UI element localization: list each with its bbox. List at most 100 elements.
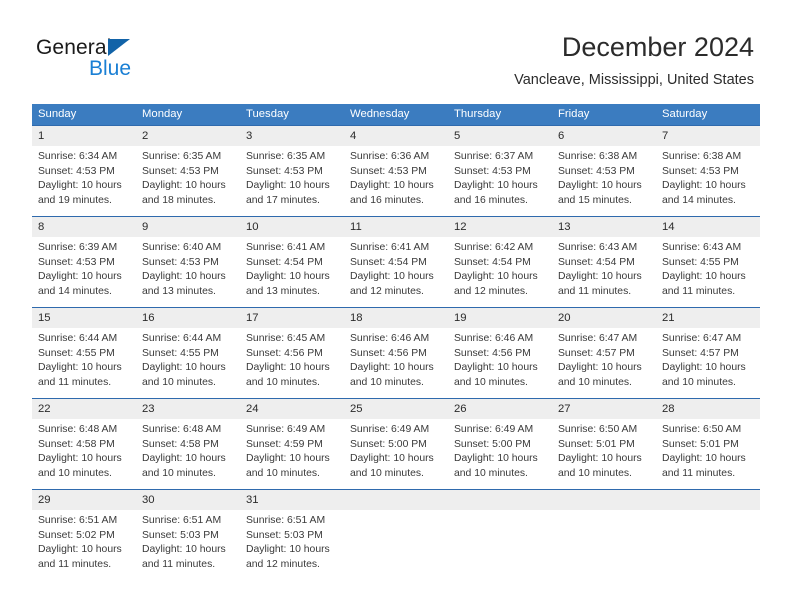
day-cell[interactable]: 11 Sunrise: 6:41 AM Sunset: 4:54 PM Dayl…	[344, 217, 448, 307]
day-cell[interactable]: 5 Sunrise: 6:37 AM Sunset: 4:53 PM Dayli…	[448, 126, 552, 216]
day-cell[interactable]: 28 Sunrise: 6:50 AM Sunset: 5:01 PM Dayl…	[656, 399, 760, 489]
sunset-text: Sunset: 4:53 PM	[454, 165, 531, 177]
daylight-text-line1: Daylight: 10 hours	[454, 362, 538, 374]
day-details	[344, 510, 448, 580]
day-cell[interactable]: 30 Sunrise: 6:51 AM Sunset: 5:03 PM Dayl…	[136, 490, 240, 580]
day-number-band: 30	[136, 490, 240, 510]
day-cell[interactable]: 8 Sunrise: 6:39 AM Sunset: 4:53 PM Dayli…	[32, 217, 136, 307]
sunrise-text: Sunrise: 6:51 AM	[38, 515, 118, 526]
weekday-header-wednesday: Wednesday	[350, 108, 410, 120]
sunrise-text: Sunrise: 6:45 AM	[246, 333, 326, 344]
daylight-text-line1: Daylight: 10 hours	[558, 180, 642, 192]
sunrise-text: Sunrise: 6:43 AM	[662, 242, 742, 253]
daylight-text-line2: and 11 minutes.	[558, 285, 632, 297]
daylight-text-line1: Daylight: 10 hours	[142, 362, 226, 374]
day-cell[interactable]: 21 Sunrise: 6:47 AM Sunset: 4:57 PM Dayl…	[656, 308, 760, 398]
sunset-text: Sunset: 5:00 PM	[350, 438, 427, 450]
sunset-text: Sunset: 4:53 PM	[246, 165, 323, 177]
day-cell[interactable]: 17 Sunrise: 6:45 AM Sunset: 4:56 PM Dayl…	[240, 308, 344, 398]
daylight-text-line2: and 10 minutes.	[558, 467, 632, 479]
daylight-text-line2: and 10 minutes.	[558, 376, 632, 388]
daylight-text-line2: and 10 minutes.	[38, 467, 112, 479]
sunset-text: Sunset: 5:03 PM	[142, 529, 219, 541]
day-cell-empty	[552, 490, 656, 580]
daylight-text-line2: and 16 minutes.	[454, 194, 528, 206]
daylight-text-line1: Daylight: 10 hours	[142, 180, 226, 192]
day-number: 23	[142, 403, 155, 415]
day-cell[interactable]: 20 Sunrise: 6:47 AM Sunset: 4:57 PM Dayl…	[552, 308, 656, 398]
daylight-text-line2: and 11 minutes.	[142, 558, 216, 570]
sunset-text: Sunset: 4:58 PM	[142, 438, 219, 450]
day-number-band: 15	[32, 308, 136, 328]
day-cell[interactable]: 22 Sunrise: 6:48 AM Sunset: 4:58 PM Dayl…	[32, 399, 136, 489]
weekday-header-monday: Monday	[142, 108, 183, 120]
day-number: 18	[350, 312, 363, 324]
day-cell[interactable]: 2 Sunrise: 6:35 AM Sunset: 4:53 PM Dayli…	[136, 126, 240, 216]
day-cell[interactable]: 9 Sunrise: 6:40 AM Sunset: 4:53 PM Dayli…	[136, 217, 240, 307]
day-cell[interactable]: 7 Sunrise: 6:38 AM Sunset: 4:53 PM Dayli…	[656, 126, 760, 216]
day-cell[interactable]: 15 Sunrise: 6:44 AM Sunset: 4:55 PM Dayl…	[32, 308, 136, 398]
sunset-text: Sunset: 4:54 PM	[454, 256, 531, 268]
day-cell[interactable]: 1 Sunrise: 6:34 AM Sunset: 4:53 PM Dayli…	[32, 126, 136, 216]
sunset-text: Sunset: 4:57 PM	[558, 347, 635, 359]
daylight-text-line1: Daylight: 10 hours	[350, 180, 434, 192]
day-number-band: 23	[136, 399, 240, 419]
day-cell[interactable]: 29 Sunrise: 6:51 AM Sunset: 5:02 PM Dayl…	[32, 490, 136, 580]
sunrise-text: Sunrise: 6:41 AM	[246, 242, 326, 253]
day-number: 1	[38, 130, 45, 142]
day-details: Sunrise: 6:45 AM Sunset: 4:56 PM Dayligh…	[240, 328, 344, 398]
sunrise-text: Sunrise: 6:49 AM	[246, 424, 326, 435]
day-number-band: 11	[344, 217, 448, 237]
day-details: Sunrise: 6:41 AM Sunset: 4:54 PM Dayligh…	[240, 237, 344, 307]
title-block: December 2024 Vancleave, Mississippi, Un…	[514, 31, 754, 90]
daylight-text-line2: and 12 minutes.	[454, 285, 528, 297]
day-cell[interactable]: 16 Sunrise: 6:44 AM Sunset: 4:55 PM Dayl…	[136, 308, 240, 398]
day-number: 22	[38, 403, 51, 415]
day-cell[interactable]: 12 Sunrise: 6:42 AM Sunset: 4:54 PM Dayl…	[448, 217, 552, 307]
day-cell[interactable]: 13 Sunrise: 6:43 AM Sunset: 4:54 PM Dayl…	[552, 217, 656, 307]
sunset-text: Sunset: 4:58 PM	[38, 438, 115, 450]
day-cell[interactable]: 3 Sunrise: 6:35 AM Sunset: 4:53 PM Dayli…	[240, 126, 344, 216]
day-details: Sunrise: 6:38 AM Sunset: 4:53 PM Dayligh…	[656, 146, 760, 216]
day-number: 13	[558, 221, 571, 233]
daylight-text-line1: Daylight: 10 hours	[558, 362, 642, 374]
day-number: 12	[454, 221, 467, 233]
sunset-text: Sunset: 4:54 PM	[350, 256, 427, 268]
day-number: 27	[558, 403, 571, 415]
sunset-text: Sunset: 4:53 PM	[38, 165, 115, 177]
day-cell[interactable]: 24 Sunrise: 6:49 AM Sunset: 4:59 PM Dayl…	[240, 399, 344, 489]
day-number: 29	[38, 494, 51, 506]
sunrise-text: Sunrise: 6:46 AM	[350, 333, 430, 344]
day-number: 25	[350, 403, 363, 415]
day-cell[interactable]: 4 Sunrise: 6:36 AM Sunset: 4:53 PM Dayli…	[344, 126, 448, 216]
day-cell[interactable]: 10 Sunrise: 6:41 AM Sunset: 4:54 PM Dayl…	[240, 217, 344, 307]
day-cell[interactable]: 19 Sunrise: 6:46 AM Sunset: 4:56 PM Dayl…	[448, 308, 552, 398]
sunrise-text: Sunrise: 6:47 AM	[662, 333, 742, 344]
page-title: December 2024	[561, 32, 754, 62]
day-cell[interactable]: 23 Sunrise: 6:48 AM Sunset: 4:58 PM Dayl…	[136, 399, 240, 489]
sunset-text: Sunset: 4:56 PM	[350, 347, 427, 359]
day-number: 14	[662, 221, 675, 233]
day-number: 10	[246, 221, 259, 233]
sunrise-text: Sunrise: 6:42 AM	[454, 242, 534, 253]
day-details	[656, 510, 760, 580]
day-details: Sunrise: 6:47 AM Sunset: 4:57 PM Dayligh…	[656, 328, 760, 398]
day-cell[interactable]: 31 Sunrise: 6:51 AM Sunset: 5:03 PM Dayl…	[240, 490, 344, 580]
day-cell[interactable]: 26 Sunrise: 6:49 AM Sunset: 5:00 PM Dayl…	[448, 399, 552, 489]
sunset-text: Sunset: 4:53 PM	[142, 165, 219, 177]
day-cell[interactable]: 14 Sunrise: 6:43 AM Sunset: 4:55 PM Dayl…	[656, 217, 760, 307]
daylight-text-line1: Daylight: 10 hours	[454, 180, 538, 192]
general-blue-logo[interactable]: General Blue	[36, 36, 236, 88]
day-cell[interactable]: 18 Sunrise: 6:46 AM Sunset: 4:56 PM Dayl…	[344, 308, 448, 398]
daylight-text-line1: Daylight: 10 hours	[246, 453, 330, 465]
daylight-text-line2: and 15 minutes.	[558, 194, 632, 206]
sunrise-text: Sunrise: 6:51 AM	[142, 515, 222, 526]
day-number: 28	[662, 403, 675, 415]
day-cell[interactable]: 6 Sunrise: 6:38 AM Sunset: 4:53 PM Dayli…	[552, 126, 656, 216]
day-cell[interactable]: 25 Sunrise: 6:49 AM Sunset: 5:00 PM Dayl…	[344, 399, 448, 489]
day-cell[interactable]: 27 Sunrise: 6:50 AM Sunset: 5:01 PM Dayl…	[552, 399, 656, 489]
daylight-text-line1: Daylight: 10 hours	[662, 271, 746, 283]
sunrise-text: Sunrise: 6:50 AM	[662, 424, 742, 435]
sunset-text: Sunset: 4:56 PM	[454, 347, 531, 359]
daylight-text-line1: Daylight: 10 hours	[558, 453, 642, 465]
